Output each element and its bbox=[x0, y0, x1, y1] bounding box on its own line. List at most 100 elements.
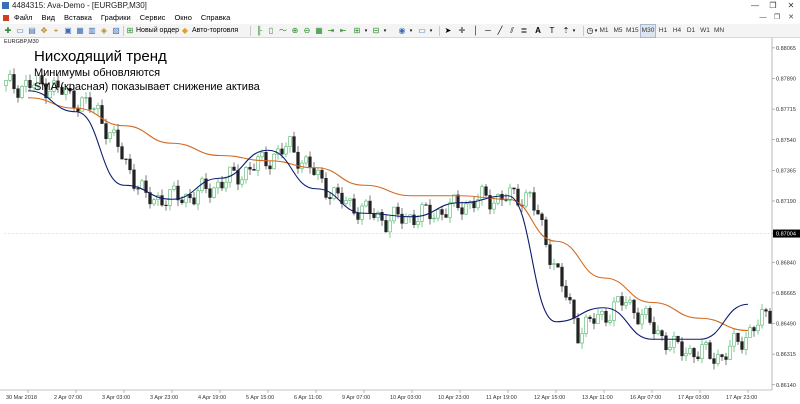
new-chart-icon[interactable]: ✚ bbox=[3, 25, 13, 37]
candle-body bbox=[4, 80, 8, 86]
options-icon[interactable]: ▧ bbox=[111, 25, 121, 37]
menu-insert[interactable]: Вставка bbox=[64, 12, 92, 24]
timeframe-h4[interactable]: H4 bbox=[671, 25, 683, 37]
candle-body bbox=[600, 311, 604, 315]
menu-file[interactable]: Файл bbox=[14, 12, 32, 24]
menu-help[interactable]: Справка bbox=[201, 12, 230, 24]
timeframe-m1[interactable]: M1 bbox=[598, 25, 610, 37]
candle-body bbox=[492, 202, 496, 210]
timeframe-mn[interactable]: MN bbox=[713, 25, 725, 37]
chart-area[interactable]: 0.88065 0.87890 0.87715 0.87540 0.87365 0.871… bbox=[0, 38, 800, 404]
candle-body bbox=[196, 190, 200, 205]
candle-body bbox=[748, 327, 752, 338]
candlestick-icon[interactable]: ▯ bbox=[266, 25, 276, 37]
templates-dropdown-icon[interactable]: ▾ bbox=[406, 25, 416, 37]
mdi-restore-button[interactable]: ❐ bbox=[770, 12, 784, 24]
menu-window[interactable]: Окно bbox=[174, 12, 191, 24]
candle-body bbox=[88, 97, 92, 110]
data-window-icon[interactable]: ✥ bbox=[39, 25, 49, 37]
zoom-out-icon[interactable]: ⊖ bbox=[302, 25, 312, 37]
fibonacci-icon[interactable]: ≣ bbox=[519, 25, 529, 37]
auto-trading-icon[interactable]: ◆ bbox=[180, 25, 190, 37]
profiles-icon[interactable]: ▭ bbox=[15, 25, 25, 37]
auto-scroll-icon[interactable]: ⇥ bbox=[326, 25, 336, 37]
bar-chart-icon[interactable]: ╟ bbox=[254, 25, 264, 37]
objects-dropdown-icon[interactable]: ▾ bbox=[426, 25, 436, 37]
new-order-button[interactable]: Новый ордер bbox=[136, 25, 179, 37]
trendline-icon[interactable]: ╱ bbox=[495, 25, 505, 37]
auto-trading-button[interactable]: Авто-торговля bbox=[192, 25, 238, 37]
candle-body bbox=[212, 187, 216, 198]
periodicity-dropdown-icon[interactable]: ▾ bbox=[380, 25, 390, 37]
candle-body bbox=[456, 194, 460, 208]
candle-body bbox=[576, 318, 580, 344]
chart-window-icon[interactable] bbox=[3, 15, 9, 21]
candle-body bbox=[12, 74, 16, 89]
candle-body bbox=[460, 207, 464, 215]
timeframe-m15[interactable]: M15 bbox=[626, 25, 639, 37]
candle-body bbox=[612, 301, 616, 321]
strategy-tester-icon[interactable]: ▦ bbox=[75, 25, 85, 37]
price-tick-label: 0.87004 bbox=[776, 232, 796, 238]
cursor-icon[interactable]: ➤ bbox=[443, 25, 453, 37]
zoom-in-icon[interactable]: ⊕ bbox=[290, 25, 300, 37]
candle-body bbox=[172, 185, 176, 190]
meta-editor-icon[interactable]: ◈ bbox=[99, 25, 109, 37]
candle-body bbox=[536, 210, 540, 215]
crosshair-icon[interactable]: ✛ bbox=[457, 25, 467, 37]
candle-body bbox=[304, 156, 308, 164]
candle-body bbox=[220, 181, 224, 189]
vertical-line-icon[interactable]: │ bbox=[471, 25, 481, 37]
candle-body bbox=[652, 322, 656, 334]
time-tick-label: 12 Apr 15:00 bbox=[534, 395, 565, 401]
candle-body bbox=[472, 201, 476, 209]
candle-body bbox=[336, 187, 340, 194]
market-watch-icon[interactable]: ▤ bbox=[27, 25, 37, 37]
menu-charts[interactable]: Графики bbox=[101, 12, 131, 24]
candle-body bbox=[376, 212, 380, 218]
indicators-dropdown-icon[interactable]: ▾ bbox=[361, 25, 371, 37]
candle-body bbox=[84, 97, 88, 99]
candle-body bbox=[604, 311, 608, 323]
candle-body bbox=[464, 203, 468, 215]
line-chart-icon[interactable]: 〜 bbox=[278, 25, 288, 37]
terminal-icon[interactable]: ▣ bbox=[63, 25, 73, 37]
candle-body bbox=[756, 324, 760, 332]
candle-body bbox=[628, 299, 632, 303]
candle-body bbox=[280, 148, 284, 155]
history-icon[interactable]: ▥ bbox=[87, 25, 97, 37]
text-icon[interactable]: A bbox=[533, 25, 543, 37]
arrow-dropdown-icon[interactable]: ▾ bbox=[569, 25, 579, 37]
horizontal-line-icon[interactable]: ─ bbox=[483, 25, 493, 37]
candle-body bbox=[692, 348, 696, 358]
minimize-button[interactable]: — bbox=[746, 0, 764, 12]
menu-view[interactable]: Вид bbox=[41, 12, 55, 24]
close-button[interactable]: ✕ bbox=[782, 0, 800, 12]
timeframe-w1[interactable]: W1 bbox=[699, 25, 711, 37]
candle-body bbox=[332, 187, 336, 199]
mdi-close-button[interactable]: ✕ bbox=[784, 12, 798, 24]
maximize-button[interactable]: ❐ bbox=[764, 0, 782, 12]
menu-tools[interactable]: Сервис bbox=[140, 12, 166, 24]
mdi-minimize-button[interactable]: — bbox=[756, 12, 770, 24]
candle-body bbox=[252, 168, 256, 171]
timeframe-m30[interactable]: M30 bbox=[640, 24, 656, 38]
chart-shift-icon[interactable]: ⇤ bbox=[338, 25, 348, 37]
candle-body bbox=[192, 197, 196, 205]
candle-body bbox=[96, 105, 100, 110]
candle-body bbox=[168, 189, 172, 206]
tile-windows-icon[interactable]: ▦ bbox=[314, 25, 324, 37]
channel-icon[interactable]: ⫽ bbox=[507, 25, 517, 37]
timeframe-d1[interactable]: D1 bbox=[685, 25, 697, 37]
timeframe-m5[interactable]: M5 bbox=[612, 25, 624, 37]
candle-body bbox=[140, 180, 144, 190]
timeframe-h1[interactable]: H1 bbox=[657, 25, 669, 37]
candle-body bbox=[356, 213, 360, 220]
candle-body bbox=[348, 198, 352, 201]
label-icon[interactable]: T bbox=[547, 25, 557, 37]
candle-body bbox=[560, 266, 564, 287]
candle-body bbox=[104, 123, 108, 140]
new-order-icon[interactable]: ⊞ bbox=[125, 25, 135, 37]
navigator-icon[interactable]: ⌖ bbox=[51, 25, 61, 37]
candle-body bbox=[668, 346, 672, 351]
